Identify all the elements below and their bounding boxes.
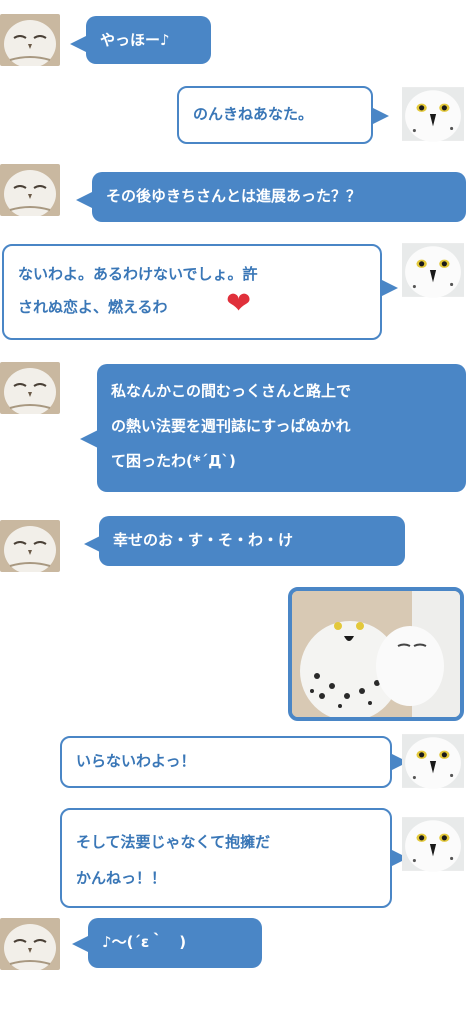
- message-text: いらないわよっ！: [76, 752, 196, 770]
- bubble-tail: [382, 280, 398, 296]
- bubble-tail: [72, 936, 88, 952]
- message-text: 幸せのお・す・そ・わ・け: [113, 531, 294, 549]
- bubble-tail: [80, 430, 98, 448]
- bubble-tail: [84, 536, 100, 552]
- message-text: のんきねあなた。: [193, 105, 314, 123]
- owl-avatar-awake: [402, 812, 464, 876]
- owl-avatar-sleepy: [0, 14, 60, 66]
- message-text: ♪～(´ε｀ ): [102, 933, 187, 951]
- message-bubble: 私なんかこの間むっくさんと路上で の熱い法要を週刊誌にすっぱぬかれ て困ったわ(…: [97, 364, 466, 492]
- bubble-tail: [373, 108, 389, 124]
- owl-avatar-awake: [402, 732, 464, 790]
- message-text: その後ゆきちさんとは進展あった？？: [106, 187, 362, 205]
- message-bubble: 幸せのお・す・そ・わ・け: [99, 516, 405, 566]
- owl-avatar-sleepy: [0, 520, 60, 572]
- heart-icon: ❤: [226, 286, 252, 321]
- bubble-tail: [70, 36, 86, 52]
- owl-avatar-sleepy: [0, 362, 60, 414]
- message-bubble: のんきねあなた。: [177, 86, 373, 144]
- owl-avatar-awake: [402, 240, 464, 300]
- owl-photo[interactable]: [288, 587, 464, 721]
- message-text: やっほー♪: [100, 31, 170, 49]
- owl-avatar-sleepy: [0, 918, 60, 970]
- message-bubble: いらないわよっ！: [60, 736, 392, 788]
- message-text: 私なんかこの間むっくさんと路上で の熱い法要を週刊誌にすっぱぬかれ て困ったわ(…: [111, 382, 352, 470]
- message-bubble: ♪～(´ε｀ ): [88, 918, 262, 968]
- message-bubble: やっほー♪: [86, 16, 211, 64]
- owl-avatar-awake: [402, 84, 464, 144]
- owl-avatar-sleepy: [0, 164, 60, 216]
- message-text: ないわよ。あるわけないでしょ。許 されぬ恋よ、燃えるわ: [18, 265, 258, 316]
- bubble-tail: [76, 192, 92, 208]
- message-bubble: その後ゆきちさんとは進展あった？？: [92, 172, 466, 222]
- message-bubble: そして法要じゃなくて抱擁だ かんねっ！！: [60, 808, 392, 908]
- message-bubble: ないわよ。あるわけないでしょ。許 されぬ恋よ、燃えるわ ❤: [2, 244, 382, 340]
- message-text: そして法要じゃなくて抱擁だ かんねっ！！: [76, 833, 271, 887]
